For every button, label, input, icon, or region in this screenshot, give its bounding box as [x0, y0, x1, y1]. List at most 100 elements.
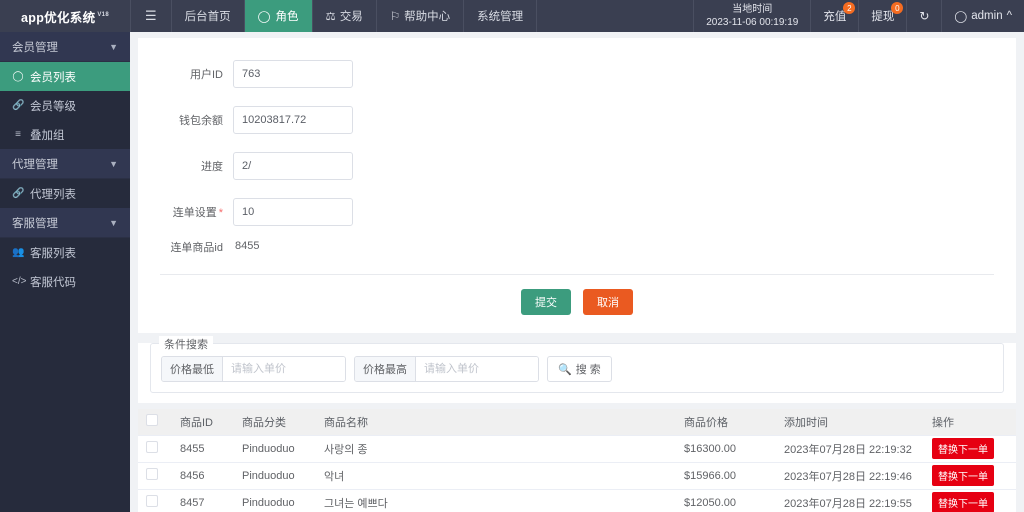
recharge-badge: 2	[843, 2, 855, 14]
main-content: 用户ID 钱包余额 进度 连单设置* 连单商品id 8455	[130, 32, 1024, 512]
cell-added-time: 2023年07月28日 22:19:55	[776, 489, 924, 512]
chevron-up-icon: ^	[1007, 10, 1012, 22]
search-fieldset: 条件搜索 价格最低 价格最高 🔍 搜 索	[150, 343, 1004, 393]
form-row-progress: 进度	[138, 148, 1016, 184]
nav-item-system-management[interactable]: 系统管理	[464, 0, 537, 32]
chevron-down-icon: ▼	[109, 159, 118, 169]
cell-added-time: 2023年07月28日 22:19:32	[776, 435, 924, 462]
sidebar-item-customer-service-list[interactable]: 👥 客服列表	[0, 238, 130, 267]
nav-label-dashboard: 后台首页	[185, 8, 231, 24]
cell-product-category: Pinduoduo	[234, 435, 316, 462]
sidebar-item-agent-list[interactable]: 🔗 代理列表	[0, 179, 130, 208]
cell-product-price: $16300.00	[676, 435, 776, 462]
cell-added-time: 2023年07月28日 22:19:46	[776, 462, 924, 489]
header-product-name: 商品名称	[316, 409, 676, 435]
min-price-group: 价格最低	[161, 356, 346, 382]
cell-product-name: 사랑의 종	[316, 435, 676, 462]
replace-next-order-button[interactable]: 替换下一单	[932, 492, 994, 512]
link-icon: 🔗	[12, 100, 24, 111]
app-logo-text: app优化系统V18	[21, 7, 109, 26]
cell-product-name: 악녀	[316, 462, 676, 489]
select-all-checkbox[interactable]	[146, 414, 158, 426]
cell-operation: 替换下一单	[924, 489, 1016, 512]
form-action-buttons: 提交 取消	[138, 275, 1016, 333]
max-price-group: 价格最高	[354, 356, 539, 382]
nav-spacer	[537, 0, 693, 32]
row-checkbox-cell	[138, 489, 172, 512]
product-table-body: 8455 Pinduoduo 사랑의 종 $16300.00 2023年07月2…	[138, 435, 1016, 512]
sidebar-item-label: 代理列表	[30, 186, 76, 202]
sidebar-group-member-management[interactable]: 会员管理 ▼	[0, 32, 130, 62]
consecutive-order-setting-input[interactable]	[233, 198, 353, 226]
wallet-balance-input[interactable]	[233, 106, 353, 134]
sidebar-item-label: 叠加组	[30, 127, 65, 143]
cell-product-id: 8455	[172, 435, 234, 462]
sidebar-item-customer-service-code[interactable]: </> 客服代码	[0, 267, 130, 296]
form-row-user-id: 用户ID	[138, 56, 1016, 92]
search-legend: 条件搜索	[159, 336, 213, 352]
min-price-label: 价格最低	[162, 357, 223, 381]
sidebar-item-label: 会员等级	[30, 98, 76, 114]
form-row-wallet-balance: 钱包余额	[138, 102, 1016, 138]
cell-operation: 替换下一单	[924, 462, 1016, 489]
hamburger-icon: ☰	[145, 8, 157, 24]
search-button[interactable]: 🔍 搜 索	[547, 356, 612, 382]
replace-next-order-button[interactable]: 替换下一单	[932, 465, 994, 486]
replace-next-order-button[interactable]: 替换下一单	[932, 438, 994, 459]
hamburger-menu-button[interactable]: ☰	[130, 0, 172, 32]
sidebar-item-member-list[interactable]: ◯ 会员列表	[0, 62, 130, 91]
sidebar-group-customer-service-management[interactable]: 客服管理 ▼	[0, 208, 130, 238]
cell-operation: 替换下一单	[924, 435, 1016, 462]
row-checkbox[interactable]	[146, 468, 158, 480]
progress-input[interactable]	[233, 152, 353, 180]
sidebar-item-stack-group[interactable]: ≡ 叠加组	[0, 120, 130, 149]
local-time-display: 当地时间 2023-11-06 00:19:19	[693, 0, 811, 32]
nav-item-dashboard[interactable]: 后台首页	[172, 0, 245, 32]
form-row-consecutive-product-id: 连单商品id 8455	[138, 240, 1016, 262]
product-table-head: 商品ID 商品分类 商品名称 商品价格 添加时间 操作	[138, 409, 1016, 435]
submit-button[interactable]: 提交	[521, 289, 571, 315]
nav-item-role[interactable]: ◯ 角色	[245, 0, 313, 32]
chevron-down-icon: ▼	[109, 218, 118, 228]
search-card: 条件搜索 价格最低 价格最高 🔍 搜 索	[138, 343, 1016, 403]
edit-form: 用户ID 钱包余额 进度 连单设置* 连单商品id 8455	[138, 38, 1016, 333]
nav-item-trade[interactable]: ⚖ 交易	[313, 0, 377, 32]
form-label-consecutive-product-id: 连单商品id	[138, 240, 233, 256]
sidebar-item-label: 会员列表	[30, 69, 76, 85]
cell-product-category: Pinduoduo	[234, 489, 316, 512]
row-checkbox-cell	[138, 462, 172, 489]
min-price-input[interactable]	[223, 357, 345, 381]
cancel-button[interactable]: 取消	[583, 289, 633, 315]
user-id-input[interactable]	[233, 60, 353, 88]
sidebar-group-agent-management[interactable]: 代理管理 ▼	[0, 149, 130, 179]
code-icon: </>	[12, 276, 24, 287]
nav-label-trade: 交易	[340, 8, 363, 24]
form-label-progress: 进度	[138, 158, 233, 174]
max-price-input[interactable]	[416, 357, 538, 381]
product-table: 商品ID 商品分类 商品名称 商品价格 添加时间 操作 8455 Pinduod…	[138, 409, 1016, 512]
required-asterisk: *	[219, 207, 223, 219]
flag-icon: ⚐	[390, 9, 400, 23]
app-logo: app优化系统V18	[0, 0, 130, 32]
sidebar-group-label: 客服管理	[12, 215, 58, 231]
sidebar-group-label: 会员管理	[12, 39, 58, 55]
user-menu[interactable]: ◯ admin ^	[942, 0, 1024, 32]
refresh-button[interactable]: ↻	[907, 0, 942, 32]
row-checkbox[interactable]	[146, 441, 158, 453]
nav-label-help-center: 帮助中心	[404, 8, 450, 24]
cell-product-name: 그녀는 예쁘다	[316, 489, 676, 512]
nav-item-help-center[interactable]: ⚐ 帮助中心	[377, 0, 464, 32]
form-label-wallet-balance: 钱包余额	[138, 112, 233, 128]
row-checkbox[interactable]	[146, 495, 158, 507]
consecutive-product-id-value: 8455	[233, 240, 259, 252]
cell-product-id: 8456	[172, 462, 234, 489]
withdraw-button[interactable]: 提现 0	[859, 0, 907, 32]
chevron-down-icon: ▼	[109, 42, 118, 52]
recharge-button[interactable]: 充值 2	[811, 0, 859, 32]
sidebar-item-label: 客服列表	[30, 245, 76, 261]
scale-icon: ⚖	[326, 9, 336, 23]
sidebar-item-member-level[interactable]: 🔗 会员等级	[0, 91, 130, 120]
cell-product-category: Pinduoduo	[234, 462, 316, 489]
refresh-icon: ↻	[919, 9, 929, 23]
header-product-price: 商品价格	[676, 409, 776, 435]
